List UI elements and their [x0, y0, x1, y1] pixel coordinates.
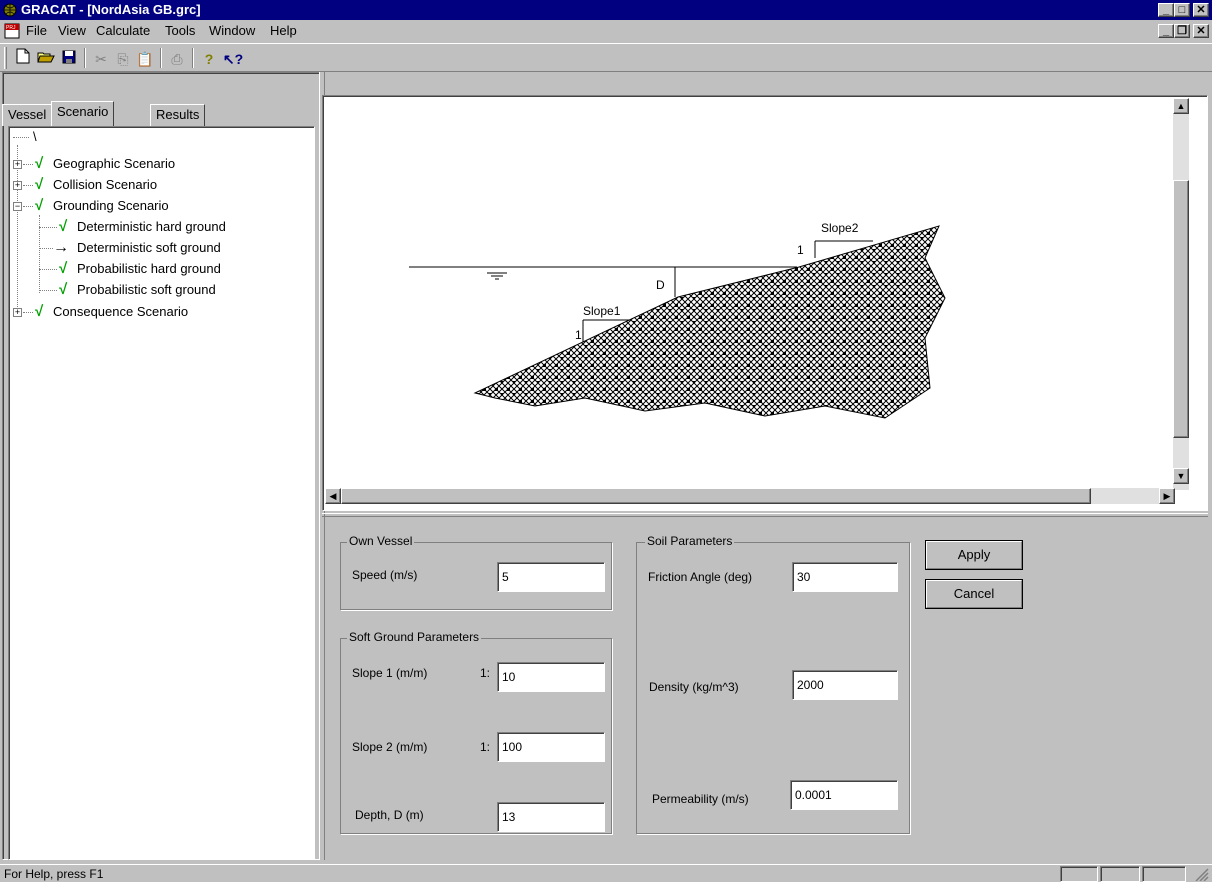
resize-grip-icon[interactable]	[1194, 867, 1210, 881]
horizontal-splitter[interactable]	[322, 513, 1208, 517]
minimize-button[interactable]: _	[1158, 3, 1174, 17]
drawing-view: Slope1 1 D Slope2 1 ▲ ▼ ◀ ▶	[322, 95, 1208, 511]
status-panel	[1142, 866, 1186, 882]
collapse-icon[interactable]: −	[13, 202, 22, 211]
close-button[interactable]: ✕	[1193, 3, 1209, 17]
menu-tools[interactable]: Tools	[165, 20, 195, 42]
scroll-down-icon[interactable]: ▼	[1173, 468, 1189, 484]
parameters-panel: Own Vessel Speed (m/s) Soft Ground Param…	[322, 520, 1208, 860]
svg-text:PRJ: PRJ	[6, 25, 16, 31]
tab-scenario[interactable]: Scenario	[51, 101, 115, 126]
slope1-prefix: 1:	[480, 666, 491, 680]
check-icon: √	[35, 155, 44, 172]
apply-button[interactable]: Apply	[925, 540, 1023, 570]
status-text: For Help, press F1	[4, 867, 104, 881]
check-icon: √	[35, 197, 44, 214]
slope1-rise-label: 1	[575, 328, 582, 342]
expand-icon[interactable]: +	[13, 160, 22, 169]
slope2-label: Slope 2 (m/m)	[352, 740, 428, 754]
friction-angle-label: Friction Angle (deg)	[648, 570, 753, 584]
density-input[interactable]	[792, 670, 898, 700]
tree-item-probabilistic-soft-ground[interactable]: Probabilistic soft ground	[77, 281, 216, 299]
slope2-input[interactable]	[497, 732, 605, 762]
density-label: Density (kg/m^3)	[649, 680, 739, 694]
scroll-left-icon[interactable]: ◀	[325, 488, 341, 504]
tree-item-collision-scenario[interactable]: Collision Scenario	[53, 176, 157, 194]
tree-item-deterministic-hard-ground[interactable]: Deterministic hard ground	[77, 218, 226, 236]
toolbar: ✂ ⎘ 📋 ⎙ ? ↖?	[0, 43, 1212, 72]
check-icon: √	[59, 260, 68, 277]
depth-input[interactable]	[497, 802, 605, 832]
check-icon: √	[59, 218, 68, 235]
tree-item-deterministic-soft-ground[interactable]: Deterministic soft ground	[77, 239, 221, 257]
arrow-pointer-icon: →	[53, 239, 69, 256]
maximize-button[interactable]: □	[1174, 3, 1190, 17]
seabed-soil	[473, 225, 946, 419]
slope1-label: Slope 1 (m/m)	[352, 666, 428, 680]
expand-icon[interactable]: +	[13, 308, 22, 317]
status-panel	[1100, 866, 1140, 882]
tree-item-geographic-scenario[interactable]: Geographic Scenario	[53, 155, 175, 173]
scroll-up-icon[interactable]: ▲	[1173, 98, 1189, 114]
document-icon[interactable]: PRJ	[4, 23, 20, 39]
tab-vessel[interactable]: Vessel	[2, 104, 53, 126]
save-icon[interactable]	[58, 48, 80, 70]
cancel-button[interactable]: Cancel	[925, 579, 1023, 609]
scroll-right-icon[interactable]: ▶	[1159, 488, 1175, 504]
depth-label: Depth, D (m)	[355, 808, 424, 822]
friction-angle-input[interactable]	[792, 562, 898, 592]
open-icon[interactable]	[35, 48, 57, 70]
paste-icon[interactable]: 📋	[134, 48, 156, 70]
context-help-icon[interactable]: ↖?	[222, 48, 244, 70]
check-icon: √	[35, 303, 44, 320]
doc-restore-button[interactable]: ❐	[1174, 24, 1190, 38]
new-icon[interactable]	[12, 48, 34, 70]
print-icon[interactable]: ⎙	[166, 48, 188, 70]
status-bar: For Help, press F1	[0, 864, 1212, 882]
cut-icon[interactable]: ✂	[90, 48, 112, 70]
depth-label: D	[656, 278, 665, 292]
check-icon: √	[35, 176, 44, 193]
doc-minimize-button[interactable]: _	[1158, 24, 1174, 38]
soil-parameters-title: Soil Parameters	[645, 534, 735, 548]
tab-results[interactable]: Results	[150, 104, 206, 126]
doc-close-button[interactable]: ✕	[1193, 24, 1209, 38]
menu-help[interactable]: Help	[270, 20, 297, 42]
app-window: GRACAT - [NordAsia GB.grc] _ □ ✕ PRJ Fil…	[0, 0, 1212, 882]
grounding-diagram: Slope1 1 D Slope2 1	[409, 221, 946, 419]
slope2-rise-label: 1	[797, 243, 804, 257]
vertical-scroll-thumb[interactable]	[1173, 180, 1189, 438]
tree-root[interactable]: \	[33, 128, 37, 146]
menu-window[interactable]: Window	[209, 20, 255, 42]
globe-icon	[3, 3, 17, 17]
permeability-label: Permeability (m/s)	[652, 792, 749, 806]
menu-view[interactable]: View	[58, 20, 86, 42]
slope2-label: Slope2	[821, 221, 859, 235]
tree-item-consequence-scenario[interactable]: Consequence Scenario	[53, 303, 188, 321]
apply-label: Apply	[957, 547, 991, 562]
copy-icon[interactable]: ⎘	[112, 48, 134, 70]
menu-calculate[interactable]: Calculate	[96, 20, 150, 42]
cancel-label: Cancel	[953, 586, 995, 601]
own-vessel-title: Own Vessel	[347, 534, 415, 548]
tree-item-grounding-scenario[interactable]: Grounding Scenario	[53, 197, 169, 215]
tree-item-probabilistic-hard-ground[interactable]: Probabilistic hard ground	[77, 260, 221, 278]
help-icon[interactable]: ?	[198, 48, 220, 70]
horizontal-scroll-thumb[interactable]	[341, 488, 1091, 504]
title-bar: GRACAT - [NordAsia GB.grc] _ □ ✕	[0, 0, 1212, 20]
soft-ground-title: Soft Ground Parameters	[347, 630, 482, 644]
slope2-prefix: 1:	[480, 740, 491, 754]
expand-icon[interactable]: +	[13, 181, 22, 190]
menu-file[interactable]: File	[26, 20, 47, 42]
speed-input[interactable]	[497, 562, 605, 592]
scenario-tree[interactable]: \ + √ Geographic Scenario + √ Collision …	[8, 126, 315, 860]
menu-bar: PRJ File View Calculate Tools Window Hel…	[0, 20, 1212, 42]
permeability-input[interactable]	[790, 780, 898, 810]
window-title: GRACAT - [NordAsia GB.grc]	[21, 2, 201, 17]
slope1-input[interactable]	[497, 662, 605, 692]
check-icon: √	[59, 281, 68, 298]
speed-label: Speed (m/s)	[352, 568, 418, 582]
slope1-label: Slope1	[583, 304, 621, 318]
status-panel	[1060, 866, 1098, 882]
